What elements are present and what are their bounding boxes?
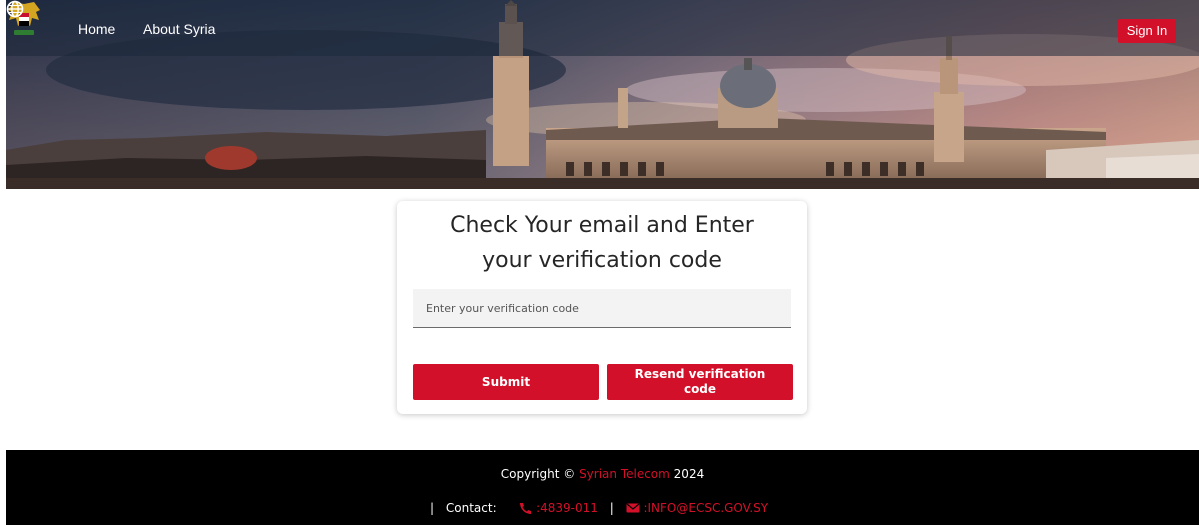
footer: Copyright © Syrian Telecom 2024 | Contac…	[6, 450, 1199, 525]
contact-row: | Contact: :4839-011 | :INFO@ECSC.GOV.SY	[430, 498, 768, 516]
nav-about-syria-link[interactable]: About Syria	[143, 21, 215, 37]
copyright-prefix: Copyright ©	[500, 467, 576, 481]
verification-card: Check Your email and Enter your verifica…	[397, 201, 807, 414]
separator: |	[430, 500, 435, 515]
card-title-line-1: Check Your email and Enter	[450, 213, 754, 238]
separator: |	[609, 500, 614, 515]
resend-verification-code-button[interactable]: Resend verification code	[607, 364, 793, 400]
card-title-line-2: your verification code	[482, 248, 722, 273]
copyright-year: 2024	[673, 467, 705, 481]
company-link[interactable]: Syrian Telecom	[579, 467, 670, 481]
verification-code-input[interactable]	[413, 289, 791, 328]
card-title: Check Your email and Enter your verifica…	[397, 208, 807, 278]
mail-icon	[626, 503, 640, 512]
globe-icon[interactable]	[6, 0, 24, 18]
sign-in-button[interactable]: Sign In	[1118, 19, 1176, 43]
email-link[interactable]: :INFO@ECSC.GOV.SY	[643, 499, 768, 517]
nav-home-link[interactable]: Home	[78, 21, 115, 37]
phone-number-link[interactable]: :4839-011	[536, 499, 598, 517]
contact-label: Contact:	[445, 500, 497, 515]
top-navbar: Home About Syria Sign In	[6, 0, 1199, 56]
hero-banner: Home About Syria Sign In	[6, 0, 1199, 189]
copyright-text: Copyright © Syrian Telecom 2024	[6, 466, 1199, 482]
phone-icon	[520, 502, 532, 514]
submit-button[interactable]: Submit	[413, 364, 599, 400]
